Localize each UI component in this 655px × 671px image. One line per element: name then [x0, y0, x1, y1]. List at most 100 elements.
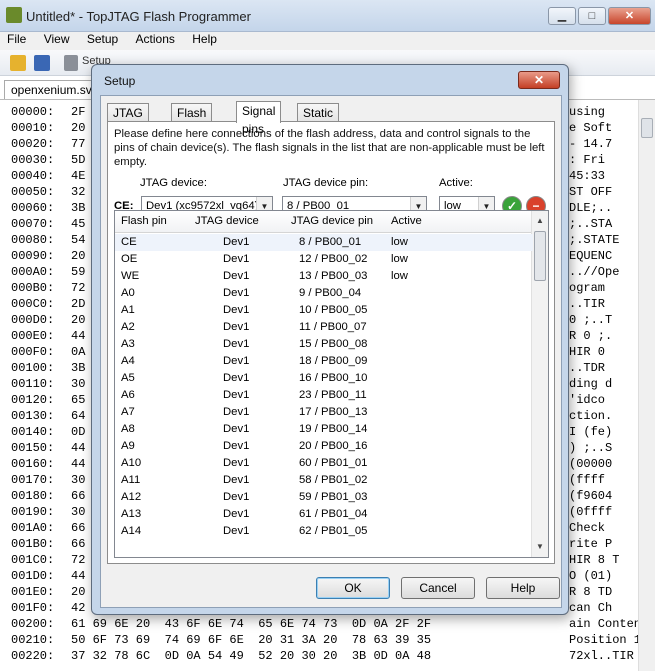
ok-button[interactable]: OK — [316, 577, 390, 599]
open-folder-icon[interactable] — [10, 55, 26, 71]
save-icon[interactable] — [34, 55, 50, 71]
table-row[interactable]: A1 Dev1 10 / PB00_05 — [115, 302, 533, 319]
table-row[interactable]: A11 Dev1 58 / PB01_02 — [115, 472, 533, 489]
cell-dev: Dev1 — [223, 508, 250, 520]
hex-line: 00200: 61 69 6E 20 43 6F 6E 74 65 6E 74 7… — [11, 616, 655, 632]
hex-line: 00220: 37 32 78 6C 0D 0A 54 49 52 20 30 2… — [11, 648, 648, 664]
scroll-thumb[interactable] — [641, 118, 653, 138]
col-flash-pin[interactable]: Flash pin — [121, 215, 167, 227]
dialog-title: Setup — [104, 74, 136, 88]
hex-bytes: 61 69 6E 20 43 6F 6E 74 65 6E 74 73 0D 0… — [71, 617, 432, 631]
cell-jpin: 20 / PB00_16 — [299, 440, 368, 452]
maximize-icon[interactable]: □ — [578, 7, 606, 25]
setup-icon[interactable] — [64, 55, 78, 71]
menu-help[interactable]: Help — [185, 32, 224, 46]
cell-active: low — [391, 253, 408, 265]
hex-ascii: can Ch — [569, 601, 613, 615]
table-row[interactable]: A13 Dev1 61 / PB01_04 — [115, 506, 533, 523]
menu-setup[interactable]: Setup — [80, 32, 125, 46]
hex-addr: 00190: — [11, 505, 55, 519]
hex-ascii: (0ffff — [569, 505, 613, 519]
cell-pin: WE — [121, 270, 140, 282]
table-row[interactable]: A5 Dev1 16 / PB00_10 — [115, 370, 533, 387]
hex-addr: 00010: — [11, 121, 55, 135]
hex-ascii: EQUENC — [569, 249, 613, 263]
tab-signal-pins[interactable]: Signal pins — [236, 101, 282, 136]
cell-active: low — [391, 236, 408, 248]
table-row[interactable]: OE Dev1 12 / PB00_02 low — [115, 251, 533, 268]
hex-ascii: : Fri — [569, 153, 606, 167]
cell-jpin: 13 / PB00_03 — [299, 270, 368, 282]
menu-file[interactable]: File — [0, 32, 33, 46]
hex-addr: 00130: — [11, 409, 55, 423]
cell-jpin: 59 / PB01_03 — [299, 491, 368, 503]
window-title: Untitled* - TopJTAG Flash Programmer — [26, 9, 251, 24]
table-row[interactable]: A12 Dev1 59 / PB01_03 — [115, 489, 533, 506]
hex-ascii: ;.STATE — [569, 233, 620, 247]
menu-view[interactable]: View — [37, 32, 77, 46]
hex-ascii: - 14.7 — [569, 137, 613, 151]
col-jtag-device-pin[interactable]: JTAG device pin — [291, 215, 373, 227]
table-row[interactable]: A6 Dev1 23 / PB00_11 — [115, 387, 533, 404]
hex-ascii: 45:33 — [569, 169, 606, 183]
cell-dev: Dev1 — [223, 457, 250, 469]
cell-dev: Dev1 — [223, 236, 250, 248]
hex-addr: 00060: — [11, 201, 55, 215]
hex-ascii: ..TIR — [569, 297, 606, 311]
cell-pin: A8 — [121, 423, 135, 435]
col-active[interactable]: Active — [391, 215, 422, 227]
table-row[interactable]: WE Dev1 13 / PB00_03 low — [115, 268, 533, 285]
cell-pin: A12 — [121, 491, 142, 503]
cell-pin: A7 — [121, 406, 135, 418]
col-jtag-device[interactable]: JTAG device — [195, 215, 259, 227]
dialog-close-icon[interactable]: ✕ — [518, 71, 560, 89]
hex-addr: 001C0: — [11, 553, 55, 567]
table-row[interactable]: A4 Dev1 18 / PB00_09 — [115, 353, 533, 370]
signal-pins-table[interactable]: Flash pin JTAG device JTAG device pin Ac… — [114, 210, 549, 558]
help-button[interactable]: Help — [486, 577, 560, 599]
jtag-pin-label: JTAG device pin: — [283, 177, 369, 189]
hex-scrollbar[interactable] — [638, 100, 655, 671]
table-row[interactable]: A10 Dev1 60 / PB01_01 — [115, 455, 533, 472]
tab-flash-array[interactable]: Flash array — [171, 103, 213, 138]
table-row[interactable]: A2 Dev1 11 / PB00_07 — [115, 319, 533, 336]
close-icon[interactable]: ✕ — [608, 7, 651, 25]
scroll-down-icon[interactable]: ▼ — [532, 539, 548, 555]
table-row[interactable]: A9 Dev1 20 / PB00_16 — [115, 438, 533, 455]
cell-jpin: 16 / PB00_10 — [299, 372, 368, 384]
cell-pin: A2 — [121, 321, 135, 333]
hex-ascii: R 8 TD — [569, 585, 613, 599]
menu-actions[interactable]: Actions — [129, 32, 182, 46]
hex-ascii: e Soft — [569, 121, 613, 135]
hex-ascii: using — [569, 105, 606, 119]
hex-addr: 00030: — [11, 153, 55, 167]
minimize-icon[interactable]: ▁ — [548, 7, 576, 25]
cell-pin: A4 — [121, 355, 135, 367]
table-row[interactable]: A3 Dev1 15 / PB00_08 — [115, 336, 533, 353]
cell-jpin: 23 / PB00_11 — [299, 389, 367, 401]
cell-pin: A5 — [121, 372, 135, 384]
hex-ascii: O (01) — [569, 569, 613, 583]
title-bar: Untitled* - TopJTAG Flash Programmer ▁ □… — [0, 0, 655, 32]
cell-dev: Dev1 — [223, 321, 250, 333]
table-row[interactable]: A8 Dev1 19 / PB00_14 — [115, 421, 533, 438]
scroll-up-icon[interactable]: ▲ — [532, 213, 548, 229]
cell-pin: A13 — [121, 508, 142, 520]
cell-pin: A3 — [121, 338, 135, 350]
cell-jpin: 9 / PB00_04 — [299, 287, 362, 299]
tab-static-pins[interactable]: Static pins — [297, 103, 340, 138]
table-row[interactable]: A7 Dev1 17 / PB00_13 — [115, 404, 533, 421]
cell-pin: A14 — [121, 525, 142, 537]
cancel-button[interactable]: Cancel — [401, 577, 475, 599]
table-row[interactable]: A0 Dev1 9 / PB00_04 — [115, 285, 533, 302]
hex-ascii: Check — [569, 521, 606, 535]
cell-dev: Dev1 — [223, 270, 250, 282]
tab-jtag-chain[interactable]: JTAG chain — [107, 103, 149, 138]
scroll-thumb[interactable] — [534, 231, 546, 281]
hex-ascii: ding d — [569, 377, 613, 391]
table-scrollbar[interactable]: ▲ ▼ — [531, 211, 548, 557]
table-row[interactable]: A14 Dev1 62 / PB01_05 — [115, 523, 533, 540]
cell-pin: A10 — [121, 457, 142, 469]
hex-addr: 001D0: — [11, 569, 55, 583]
table-row[interactable]: CE Dev1 8 / PB00_01 low — [115, 234, 533, 251]
